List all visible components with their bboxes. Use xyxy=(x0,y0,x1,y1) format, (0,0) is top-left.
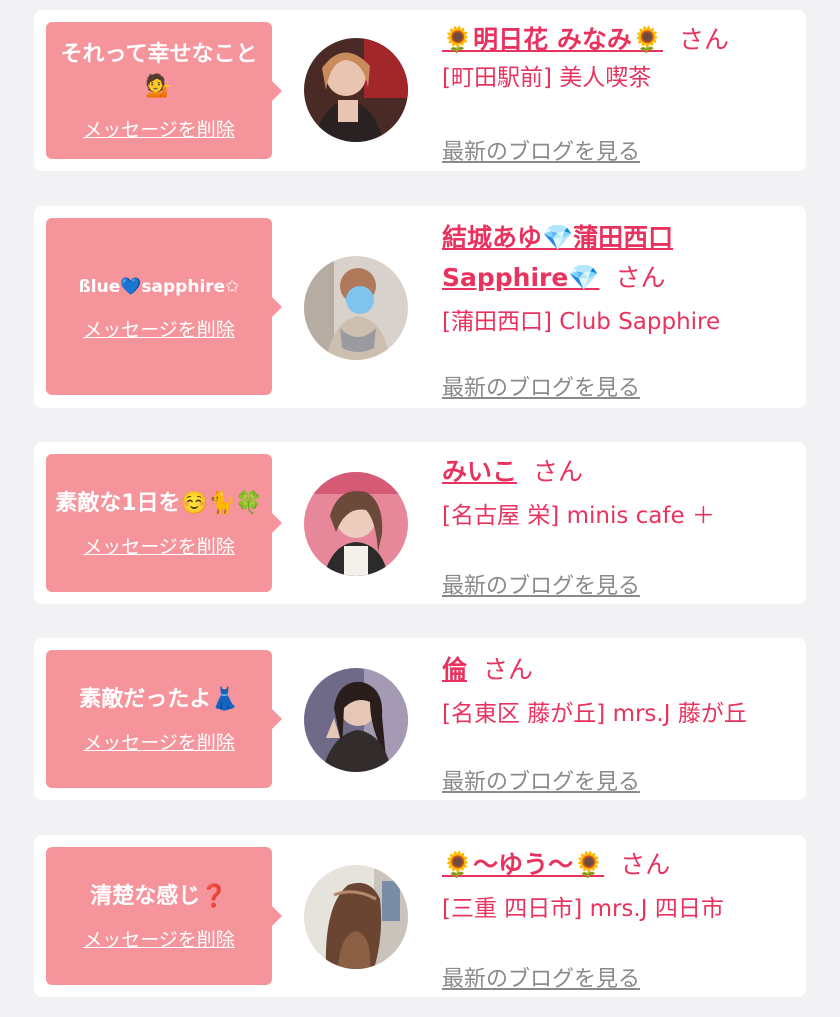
shop-label: [三重 四日市] mrs.J 四日市 xyxy=(442,896,724,922)
message-text: 素敵な1日を☺️🐈🍀 xyxy=(55,490,263,516)
message-text: 清楚な感じ❓ xyxy=(90,883,228,909)
cast-name-link[interactable]: 🌻明日花 みなみ🌻 xyxy=(442,25,663,54)
person-photo-icon xyxy=(304,668,408,772)
message-card: 素敵だったよ👗 メッセージを削除 倫さん [名東区 藤が丘] mrs.J 藤が丘… xyxy=(34,638,806,800)
delete-message-link[interactable]: メッセージを削除 xyxy=(83,315,235,342)
message-bubble: それって幸せなこと💁 メッセージを削除 xyxy=(46,22,282,159)
message-text: それって幸せなこと💁 xyxy=(60,42,258,99)
honorific: さん xyxy=(615,263,666,292)
honorific: さん xyxy=(533,457,584,486)
avatar[interactable] xyxy=(304,472,408,576)
cast-info: 🌻明日花 みなみ🌻 さん [町田駅前] 美人喫茶 最新のブログを見る xyxy=(442,20,798,165)
cast-name-link[interactable]: 倫 xyxy=(442,655,467,684)
honorific: さん xyxy=(483,655,534,684)
message-card: 清楚な感じ❓ メッセージを削除 🌻〜ゆう〜🌻 さん [三重 四日市] mrs.J … xyxy=(34,835,806,997)
avatar[interactable] xyxy=(304,38,408,142)
latest-blog-link[interactable]: 最新のブログを見る xyxy=(442,764,640,796)
delete-message-link[interactable]: メッセージを削除 xyxy=(83,925,235,952)
message-card: ßlue💙sapphire✩ メッセージを削除 結城あゆ💎蒲田西口Sapphir… xyxy=(34,206,806,408)
delete-message-link[interactable]: メッセージを削除 xyxy=(83,728,235,755)
shop-label: [町田駅前] 美人喫茶 xyxy=(442,65,652,91)
message-bubble: ßlue💙sapphire✩ メッセージを削除 xyxy=(46,218,282,395)
latest-blog-link[interactable]: 最新のブログを見る xyxy=(442,961,640,993)
shop-label: [蒲田西口] Club Sapphire xyxy=(442,309,721,335)
honorific: さん xyxy=(620,850,671,879)
message-card: それって幸せなこと💁 メッセージを削除 🌻明日花 みなみ🌻 さん [町田駅前] 美… xyxy=(34,10,806,171)
message-bubble: 素敵な1日を☺️🐈🍀 メッセージを削除 xyxy=(46,454,282,592)
message-bubble: 清楚な感じ❓ メッセージを削除 xyxy=(46,847,282,985)
latest-blog-link[interactable]: 最新のブログを見る xyxy=(442,134,640,166)
person-photo-icon xyxy=(304,472,408,576)
latest-blog-link[interactable]: 最新のブログを見る xyxy=(442,568,640,600)
cast-info: 倫さん [名東区 藤が丘] mrs.J 藤が丘 最新のブログを見る xyxy=(442,650,798,795)
avatar[interactable] xyxy=(304,865,408,969)
shop-label: [名古屋 栄] minis cafe ＋ xyxy=(442,503,715,529)
person-photo-icon xyxy=(304,256,408,360)
shop-label: [名東区 藤が丘] mrs.J 藤が丘 xyxy=(442,701,747,727)
message-bubble: 素敵だったよ👗 メッセージを削除 xyxy=(46,650,282,788)
latest-blog-link[interactable]: 最新のブログを見る xyxy=(442,370,640,402)
person-photo-icon xyxy=(304,865,408,969)
message-text: ßlue💙sapphire✩ xyxy=(78,277,240,297)
avatar[interactable] xyxy=(304,668,408,772)
person-photo-icon xyxy=(304,38,408,142)
message-card: 素敵な1日を☺️🐈🍀 メッセージを削除 みいこ さん [名古屋 栄] minis … xyxy=(34,442,806,604)
cast-name-link[interactable]: 🌻〜ゆう〜🌻 xyxy=(442,850,604,879)
delete-message-link[interactable]: メッセージを削除 xyxy=(83,532,235,559)
honorific: さん xyxy=(678,25,729,54)
cast-info: 🌻〜ゆう〜🌻 さん [三重 四日市] mrs.J 四日市 最新のブログを見る xyxy=(442,845,798,992)
delete-message-link[interactable]: メッセージを削除 xyxy=(83,115,235,142)
cast-info: みいこ さん [名古屋 栄] minis cafe ＋ 最新のブログを見る xyxy=(442,452,798,599)
cast-info: 結城あゆ💎蒲田西口Sapphire💎 さん [蒲田西口] Club Sapphir… xyxy=(442,218,798,401)
message-text: 素敵だったよ👗 xyxy=(79,686,239,712)
cast-name-link[interactable]: みいこ xyxy=(442,457,517,486)
avatar[interactable] xyxy=(304,256,408,360)
